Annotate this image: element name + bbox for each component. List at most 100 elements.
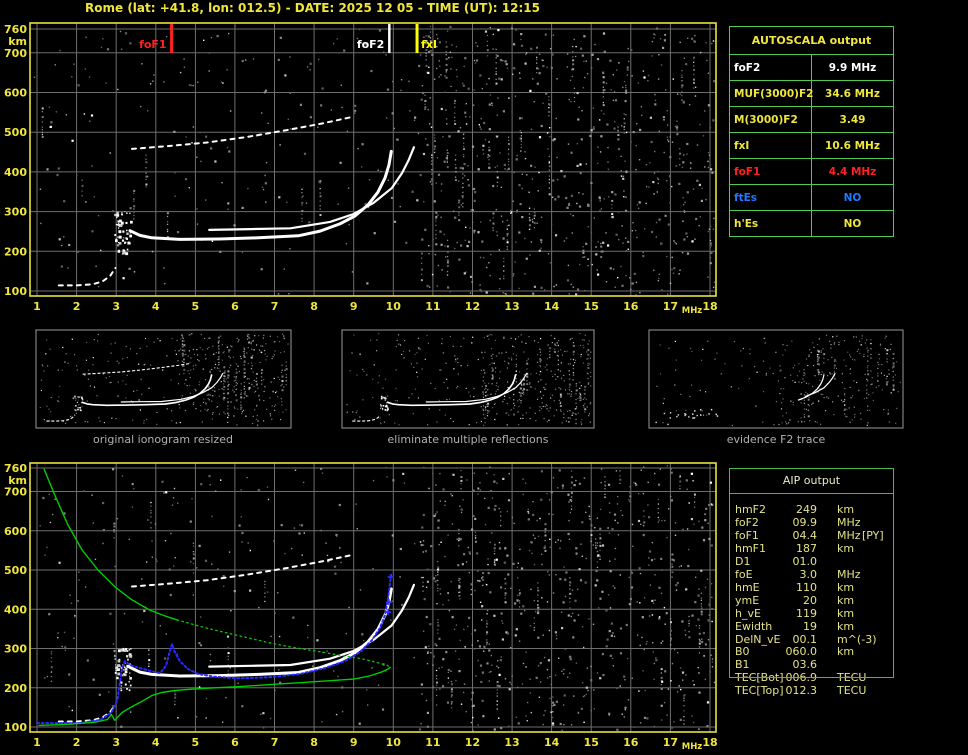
autoscala-rows: foF2 9.9 MHz MUF(3000)F2 34.6 MHz M(3000)F2 3… bbox=[730, 55, 893, 236]
svg-text:400: 400 bbox=[4, 603, 27, 616]
svg-text:600: 600 bbox=[4, 525, 27, 538]
aip-param: foF2 bbox=[735, 515, 759, 529]
top-ionogram-plot: 760700600500400300200100km1 2 3 4 5 6 7 8 9 10 11 1… bbox=[4, 22, 718, 316]
aip-unit: m^(-3) bbox=[837, 632, 877, 646]
aip-row: h_vE 119 km bbox=[729, 607, 894, 620]
aip-param: B1 bbox=[735, 658, 750, 672]
autoscala-row: MUF(3000)F2 34.6 MHz bbox=[730, 81, 893, 107]
svg-text:3: 3 bbox=[112, 300, 120, 313]
svg-text:17: 17 bbox=[663, 300, 678, 313]
svg-text:12: 12 bbox=[465, 736, 480, 749]
svg-text:18: 18 bbox=[702, 300, 717, 313]
aip-table-title: AIP output bbox=[782, 474, 841, 487]
autoscala-value: NO bbox=[843, 217, 862, 230]
autoscala-window: Rome (lat: +41.8, lon: 012.5) - DATE: 20… bbox=[0, 0, 968, 755]
svg-text:9: 9 bbox=[350, 300, 358, 313]
aip-unit: km bbox=[837, 593, 855, 607]
thumbnail-1-caption: original ionogram resized bbox=[93, 433, 233, 446]
autoscala-value: 10.6 MHz bbox=[825, 139, 880, 152]
autoscala-param: foF1 bbox=[730, 159, 812, 184]
aip-row: D1 01.0 bbox=[729, 555, 894, 568]
svg-text:16: 16 bbox=[623, 736, 639, 749]
aip-row: TEC[Top] 012.3 TECU bbox=[729, 684, 894, 697]
aip-value: 3.0 bbox=[799, 567, 818, 581]
aip-value: 04.4 bbox=[792, 528, 818, 542]
svg-text:9: 9 bbox=[350, 736, 358, 749]
autoscala-row: foF1 4.4 MHz bbox=[730, 159, 893, 185]
svg-text:500: 500 bbox=[4, 564, 27, 577]
svg-text:16: 16 bbox=[623, 300, 639, 313]
autoscala-value: 3.49 bbox=[839, 113, 866, 126]
aip-row: Ewidth 19 km bbox=[729, 620, 894, 633]
svg-text:500: 500 bbox=[4, 126, 27, 139]
svg-text:15: 15 bbox=[584, 736, 599, 749]
autoscala-param: M(3000)F2 bbox=[730, 107, 812, 132]
svg-text:foF2: foF2 bbox=[357, 38, 385, 51]
aip-value: 006.9 bbox=[785, 671, 818, 685]
svg-text:km: km bbox=[8, 474, 27, 487]
aip-row: hmF1 187 km bbox=[729, 542, 894, 555]
aip-value: 00.1 bbox=[792, 632, 818, 646]
aip-row: foE 3.0 MHz bbox=[729, 568, 894, 581]
autoscala-value: 4.4 MHz bbox=[828, 165, 877, 178]
aip-row: foF2 09.9 MHz bbox=[729, 516, 894, 529]
aip-extra: [PY] bbox=[862, 528, 884, 542]
autoscala-param: fxI bbox=[730, 133, 812, 158]
svg-text:8: 8 bbox=[310, 736, 318, 749]
autoscala-row: M(3000)F2 3.49 bbox=[730, 107, 893, 133]
aip-param: ymE bbox=[735, 593, 760, 607]
aip-unit: km bbox=[837, 606, 855, 620]
aip-param: foF1 bbox=[735, 528, 759, 542]
aip-value: 19 bbox=[803, 619, 817, 633]
autoscala-row: ftEs NO bbox=[730, 185, 893, 211]
autoscala-value: 34.6 MHz bbox=[825, 87, 880, 100]
aip-row: hmE 110 km bbox=[729, 581, 894, 594]
aip-param: hmE bbox=[735, 580, 760, 594]
svg-text:2: 2 bbox=[73, 736, 81, 749]
thumbnail-1-image bbox=[35, 329, 292, 429]
svg-text:5: 5 bbox=[192, 300, 200, 313]
aip-value: 01.0 bbox=[792, 554, 818, 568]
svg-text:11: 11 bbox=[425, 300, 440, 313]
svg-text:100: 100 bbox=[4, 721, 27, 734]
svg-text:13: 13 bbox=[504, 736, 519, 749]
aip-value: 249 bbox=[796, 503, 817, 516]
svg-text:700: 700 bbox=[4, 486, 27, 499]
svg-text:6: 6 bbox=[231, 736, 239, 749]
svg-text:7: 7 bbox=[271, 736, 279, 749]
aip-row: ymE 20 km bbox=[729, 594, 894, 607]
autoscala-row: foF2 9.9 MHz bbox=[730, 55, 893, 81]
svg-text:7: 7 bbox=[271, 300, 279, 313]
autoscala-param: ftEs bbox=[730, 185, 812, 210]
svg-text:1: 1 bbox=[33, 736, 41, 749]
svg-text:300: 300 bbox=[4, 206, 27, 219]
autoscala-value: NO bbox=[843, 191, 862, 204]
svg-text:6: 6 bbox=[231, 300, 239, 313]
svg-text:5: 5 bbox=[192, 736, 200, 749]
bottom-ionogram-plot: 760700600500400300200100km1 2 3 4 5 6 7 8 9 10 11 1… bbox=[4, 462, 718, 752]
aip-unit: MHz bbox=[837, 528, 861, 542]
aip-value: 060.0 bbox=[785, 645, 818, 659]
svg-text:4: 4 bbox=[152, 300, 160, 313]
aip-row: foF1 04.4 MHz [PY] bbox=[729, 529, 894, 542]
autoscala-param: foF2 bbox=[730, 55, 812, 80]
autoscala-param: MUF(3000)F2 bbox=[730, 81, 813, 106]
aip-row: DelN_vE 00.1 m^(-3) bbox=[729, 633, 894, 646]
svg-text:8: 8 bbox=[310, 300, 318, 313]
svg-text:12: 12 bbox=[465, 300, 480, 313]
svg-text:300: 300 bbox=[4, 643, 27, 656]
svg-text:18: 18 bbox=[702, 736, 717, 749]
aip-value: 09.9 bbox=[792, 515, 818, 529]
aip-param: foE bbox=[735, 567, 753, 581]
autoscala-output-table: AUTOSCALA output foF2 9.9 MHz MUF(3000)F2 3… bbox=[729, 26, 894, 237]
svg-text:3: 3 bbox=[112, 736, 120, 749]
svg-text:1: 1 bbox=[33, 300, 41, 313]
autoscala-value: 9.9 MHz bbox=[828, 61, 877, 74]
aip-unit: TECU bbox=[837, 684, 867, 698]
aip-unit: TECU bbox=[837, 671, 867, 685]
autoscala-row: fxI 10.6 MHz bbox=[730, 133, 893, 159]
aip-row: TEC[Bot] 006.9 TECU bbox=[729, 671, 894, 684]
svg-text:17: 17 bbox=[663, 736, 678, 749]
aip-value: 20 bbox=[803, 593, 817, 607]
aip-unit: km bbox=[837, 541, 855, 555]
